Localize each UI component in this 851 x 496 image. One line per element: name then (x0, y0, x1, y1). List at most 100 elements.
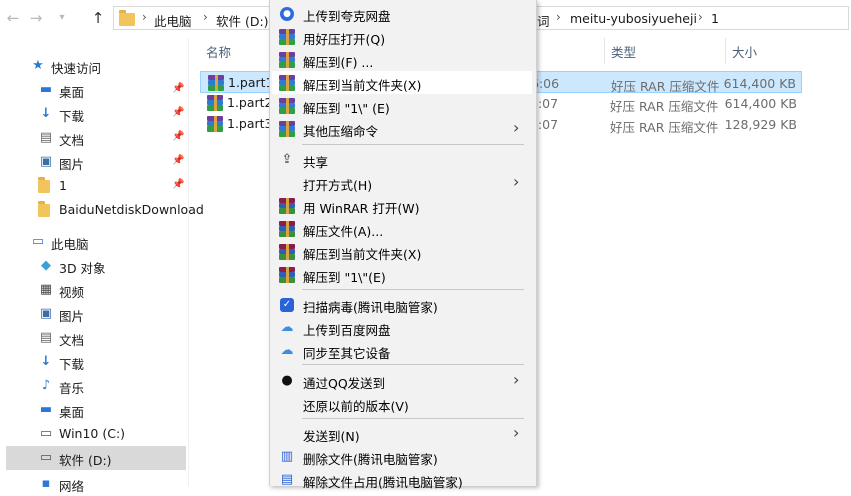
baidu-cloud-icon: ☁ (280, 320, 294, 335)
breadcrumb-meitu-folder[interactable]: meitu-yubosiyueheji (570, 11, 697, 26)
file-size: 614,400 KB (724, 96, 797, 111)
chevron-right-icon: › (513, 118, 520, 137)
sidebar-item-baidunetdisk[interactable]: BaiduNetdiskDownload (6, 198, 204, 222)
menu-item-label: 用好压打开(Q) (303, 32, 386, 47)
menu-item-extract-to-folder[interactable]: 解压到 "1\" (E) (272, 94, 532, 117)
sidebar-item-label: 此电脑 (51, 237, 89, 252)
sidebar-item-label: 软件 (D:) (59, 453, 112, 468)
column-header-type[interactable]: 类型 (611, 42, 636, 61)
qq-icon: ● (281, 373, 293, 388)
chevron-right-icon: › (513, 370, 520, 389)
sidebar-item-music[interactable]: ♪ 音乐 (6, 374, 186, 398)
menu-item-label: 解压到 "1\"(E) (303, 270, 386, 285)
sidebar-item-label: 图片 (59, 157, 85, 172)
sidebar-item-this-pc[interactable]: ▭ 此电脑 (6, 230, 186, 254)
pin-icon[interactable]: 📌 (172, 131, 184, 142)
menu-item-open-winrar[interactable]: 用 WinRAR 打开(W) (272, 194, 532, 217)
pane-divider[interactable] (188, 38, 189, 486)
sidebar-item-label: 下载 (59, 109, 85, 124)
menu-item-label: 用 WinRAR 打开(W) (303, 201, 420, 216)
breadcrumb-drive-d[interactable]: 软件 (D:) (216, 11, 269, 30)
download-icon: ↓ (40, 354, 52, 369)
menu-item-send-to[interactable]: 发送到(N) › (272, 422, 532, 445)
file-size: 614,400 KB (723, 76, 796, 91)
pin-icon[interactable]: 📌 (172, 155, 184, 166)
menu-item-label: 上传到夸克网盘 (303, 9, 391, 24)
sidebar-item-folder-1[interactable]: 1 📌 (6, 174, 186, 198)
menu-item-send-via-qq[interactable]: ● 通过QQ发送到 › (272, 369, 532, 392)
sidebar-item-pictures[interactable]: ▣ 图片 📌 (6, 150, 186, 174)
sidebar-item-label: 桌面 (59, 85, 85, 100)
network-icon: ▪ (41, 476, 51, 491)
sidebar-item-quick-access[interactable]: ★ 快速访问 (6, 54, 186, 78)
menu-separator (302, 144, 524, 145)
menu-item-open-haozip[interactable]: 用好压打开(Q) (272, 25, 532, 48)
cube-icon: ◆ (41, 258, 51, 273)
menu-item-winrar-extract-to-folder[interactable]: 解压到 "1\"(E) (272, 263, 532, 286)
sidebar-item-desktop-pc[interactable]: ▬ 桌面 (6, 398, 186, 422)
file-name: 1.part2 (227, 95, 273, 110)
column-divider[interactable] (725, 38, 726, 64)
computer-icon: ▭ (31, 234, 45, 249)
menu-item-open-with[interactable]: 打开方式(H) › (272, 171, 532, 194)
sidebar-item-3d-objects[interactable]: ◆ 3D 对象 (6, 254, 186, 278)
sidebar-item-downloads-pc[interactable]: ↓ 下载 (6, 350, 186, 374)
chevron-right-icon[interactable]: › (203, 10, 208, 24)
sidebar-item-drive-c[interactable]: ▭ Win10 (C:) (6, 422, 186, 446)
menu-item-share[interactable]: ⇪ 共享 (272, 148, 532, 171)
chevron-right-icon[interactable]: › (142, 10, 147, 24)
menu-item-extract-to[interactable]: 解压到(F) ... (272, 48, 532, 71)
file-name: 1.part3 (227, 116, 273, 131)
menu-item-unlock-file[interactable]: ▤ 解除文件占用(腾讯电脑管家) (272, 468, 532, 491)
menu-item-restore-versions[interactable]: 还原以前的版本(V) (272, 392, 532, 415)
breadcrumb-folder-1[interactable]: 1 (711, 11, 719, 26)
forward-arrow-icon[interactable]: → (27, 9, 45, 27)
drive-icon: ▭ (39, 450, 53, 465)
breadcrumb-this-pc[interactable]: 此电脑 (154, 11, 192, 30)
sidebar-item-desktop[interactable]: ▬ 桌面 📌 (6, 78, 186, 102)
menu-item-other-compress[interactable]: 其他压缩命令 › (272, 117, 532, 140)
column-divider[interactable] (604, 38, 605, 64)
share-icon: ⇪ (281, 152, 293, 167)
drive-icon: ▭ (39, 426, 53, 441)
back-arrow-icon[interactable]: ← (4, 9, 22, 27)
menu-item-virus-scan[interactable]: ✓ 扫描病毒(腾讯电脑管家) (272, 293, 532, 316)
haozip-icon (279, 75, 295, 91)
menu-item-winrar-extract-here[interactable]: 解压到当前文件夹(X) (272, 240, 532, 263)
chevron-right-icon[interactable]: › (556, 10, 561, 24)
menu-item-extract-here[interactable]: 解压到当前文件夹(X) (272, 71, 532, 94)
trash-icon: ▥ (280, 449, 294, 464)
menu-item-upload-baidu[interactable]: ☁ 上传到百度网盘 (272, 316, 532, 339)
sidebar-item-label: 3D 对象 (59, 261, 106, 276)
menu-item-label: 删除文件(腾讯电脑管家) (303, 452, 438, 467)
sidebar-item-network[interactable]: ▪ 网络 (6, 472, 186, 496)
menu-item-label: 通过QQ发送到 (303, 376, 386, 391)
menu-item-label: 还原以前的版本(V) (303, 399, 409, 414)
sidebar-item-label: 1 (59, 178, 67, 193)
menu-item-upload-quark[interactable]: ● 上传到夸克网盘 (272, 2, 532, 25)
column-header-size[interactable]: 大小 (732, 42, 757, 61)
up-arrow-icon[interactable]: ↑ (89, 9, 107, 27)
sidebar-item-documents[interactable]: ▤ 文档 📌 (6, 126, 186, 150)
menu-item-label: 同步至其它设备 (303, 346, 391, 361)
sidebar-item-downloads[interactable]: ↓ 下载 📌 (6, 102, 186, 126)
chevron-right-icon[interactable]: › (698, 10, 703, 24)
winrar-icon (279, 244, 295, 260)
sidebar-item-label: Win10 (C:) (59, 426, 126, 441)
sidebar-item-videos[interactable]: ▦ 视频 (6, 278, 186, 302)
breadcrumb-parent-folder[interactable]: 词 (537, 11, 550, 30)
pin-icon[interactable]: 📌 (172, 83, 184, 94)
navigation-pane: ★ 快速访问 ▬ 桌面 📌 ↓ 下载 📌 ▤ 文档 📌 ▣ 图片 📌 1 📌 B… (0, 38, 204, 494)
column-header-name[interactable]: 名称 (206, 42, 231, 61)
menu-item-label: 解压到 "1\" (E) (303, 101, 390, 116)
recent-locations-chevron-icon[interactable]: ▾ (53, 9, 71, 27)
menu-item-sync-devices[interactable]: ☁ 同步至其它设备 (272, 339, 532, 362)
sidebar-item-documents-pc[interactable]: ▤ 文档 (6, 326, 186, 350)
menu-item-extract-files[interactable]: 解压文件(A)... (272, 217, 532, 240)
pin-icon[interactable]: 📌 (172, 107, 184, 118)
pin-icon[interactable]: 📌 (172, 179, 184, 190)
sidebar-item-drive-d[interactable]: ▭ 软件 (D:) (6, 446, 186, 470)
sidebar-item-pictures-pc[interactable]: ▣ 图片 (6, 302, 186, 326)
menu-separator (302, 364, 524, 365)
menu-item-delete-file[interactable]: ▥ 删除文件(腾讯电脑管家) (272, 445, 532, 468)
